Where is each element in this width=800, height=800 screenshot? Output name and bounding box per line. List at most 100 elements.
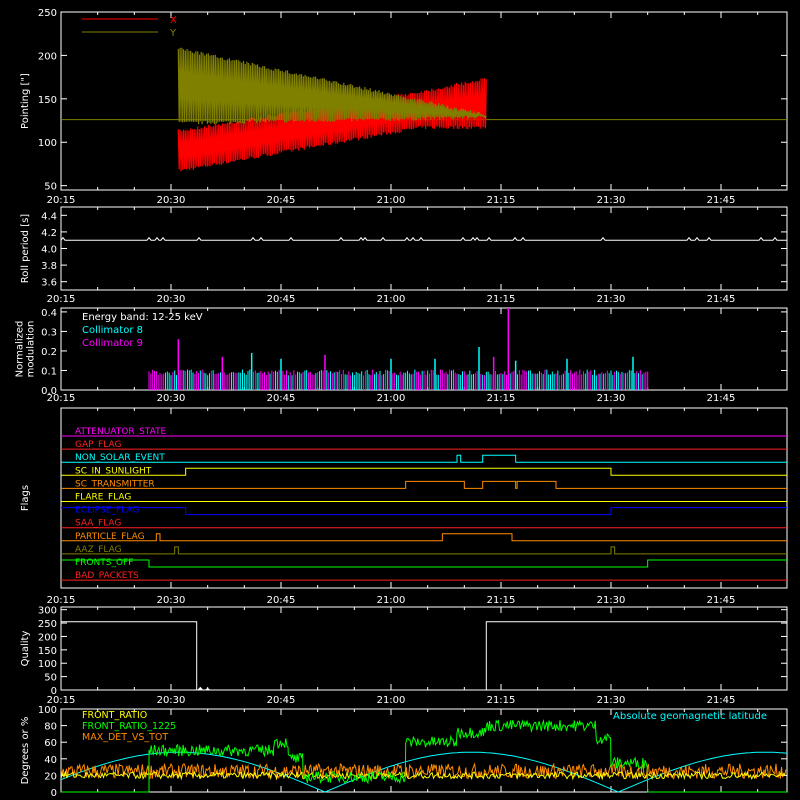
flags-xtick-label: 21:00: [377, 595, 406, 606]
pointing-ytick-label: 150: [38, 95, 57, 106]
flags-xtick-label: 20:30: [157, 595, 186, 606]
pointing-xtick-label: 21:15: [487, 195, 516, 206]
modulation-xtick-label: 20:45: [267, 393, 296, 404]
modulation-ylabel: modulation: [26, 321, 37, 378]
roll-xtick-label: 21:30: [597, 294, 626, 305]
quality-ytick-label: 250: [38, 619, 57, 630]
roll-ytick-label: 4.4: [41, 211, 57, 222]
flags-xtick-label: 21:45: [707, 595, 736, 606]
flags-xtick-label: 20:15: [47, 595, 76, 606]
ratios-legend-label: FRONT_RATIO_1225: [82, 721, 176, 732]
pointing-panel: 20:15 20:30 20:45 21:00 21:15 21:30 21:45 50 100…: [20, 8, 788, 206]
roll-frame: [60, 206, 788, 291]
quality-xtick-label: 21:00: [377, 695, 406, 706]
quality-blip: [204, 687, 211, 690]
quality-ytick-label: 100: [38, 659, 57, 670]
flag-line: [61, 480, 787, 489]
roll-ytick-label: 3.8: [41, 261, 57, 272]
quality-panel: 20:15 20:30 20:45 21:00 21:15 21:30 21:4505010…: [20, 606, 788, 706]
flags-frame: [60, 407, 788, 589]
modulation-ytick-label: 0.1: [41, 366, 57, 377]
flags-xtick-label: 20:45: [267, 595, 296, 606]
front-ratio-series: [60, 770, 786, 781]
flag-label: NON_SOLAR_EVENT: [75, 453, 165, 463]
ratios-panel: 0 20 40 60 80 100 Degrees or % FRONT_RATIOFRONT…: [20, 705, 788, 799]
modulation-ytick-label: 0.3: [41, 327, 57, 338]
pointing-xtick-label: 21:45: [707, 195, 736, 206]
ratios-ylabel: Degrees or %: [20, 717, 31, 785]
geomag-latitude-line: [60, 751, 788, 793]
roll-xtick-label: 21:00: [377, 294, 406, 305]
quality-ytick-label: 200: [38, 632, 57, 643]
roll-ytick-label: 4.0: [41, 245, 57, 256]
roll-xtick-label: 20:15: [47, 294, 76, 305]
flag-label: SC_TRANSMITTER: [75, 479, 155, 489]
roll-xtick-label: 20:45: [267, 294, 296, 305]
quality-xtick-label: 21:30: [597, 695, 626, 706]
pointing-legend-label: X: [170, 15, 177, 26]
pointing-xtick-label: 20:15: [47, 195, 76, 206]
flag-label: ECLIPSE_FLAG: [75, 506, 139, 516]
quality-ytick-label: 150: [38, 646, 57, 657]
flags-xtick-label: 21:15: [487, 595, 516, 606]
roll-xtick-label: 21:15: [487, 294, 516, 305]
roll-xtick-label: 21:45: [707, 294, 736, 305]
ratios-ytick-label: 80: [44, 722, 57, 733]
flag-line: [61, 454, 787, 463]
pointing-ylabel: Pointing ["]: [20, 73, 31, 129]
flag-line: [61, 467, 787, 476]
flag-line: [61, 546, 787, 555]
ratios-legend-label: MAX_DET_VS_TOT: [82, 732, 168, 743]
flags-ylabel: Flags: [20, 485, 31, 511]
flag-label: AAZ_FLAG: [75, 545, 122, 555]
modulation-ytick-label: 0.0: [41, 386, 57, 397]
pointing-legend-label: Y: [169, 28, 177, 39]
modulation-xtick-label: 21:00: [377, 393, 406, 404]
ratios-ytick-label: 60: [44, 738, 57, 749]
quality-xtick-label: 20:30: [157, 695, 186, 706]
roll-period-line: [60, 236, 787, 242]
ratios-legend-label: FRONT_RATIO: [82, 710, 147, 721]
flag-label: SC_IN_SUNLIGHT: [75, 466, 152, 476]
flag-label: GAP_FLAG: [75, 440, 121, 450]
roll-ytick-label: 3.6: [41, 278, 57, 289]
ratios-ytick-label: 100: [38, 705, 57, 716]
flag-line: [61, 533, 787, 542]
modulation-ylabel: Normalized: [15, 321, 26, 378]
pointing-y-series: [177, 47, 487, 125]
quality-xtick-label: 21:45: [707, 695, 736, 706]
quality-ylabel: Quality: [20, 631, 31, 667]
quality-ytick-label: 300: [38, 606, 57, 617]
roll-ylabel: Roll period [s]: [20, 214, 31, 283]
flag-label: BAD_PACKETS: [75, 571, 139, 581]
roll-xtick-label: 20:30: [157, 294, 186, 305]
flag-line: [61, 559, 787, 568]
max-det-series: [60, 762, 787, 781]
flag-label: SAA_FLAG: [75, 519, 121, 529]
modulation-ytick-label: 0.2: [41, 347, 57, 358]
quality-frame: [60, 606, 788, 691]
roll-ytick-label: 4.2: [41, 228, 57, 239]
modulation-legend-label: Collimator 9: [82, 338, 143, 349]
pointing-xtick-label: 21:30: [597, 195, 626, 206]
pointing-ytick-label: 50: [44, 182, 57, 193]
ratios-annotation: Absolute geomagnetic latitude: [613, 711, 767, 722]
quality-line: [61, 621, 787, 691]
modulation-xtick-label: 21:30: [597, 393, 626, 404]
flag-line: [61, 507, 787, 516]
flags-xtick-label: 21:30: [597, 595, 626, 606]
pointing-xtick-label: 20:45: [267, 195, 296, 206]
modulation-xtick-label: 20:30: [157, 393, 186, 404]
quality-xtick-label: 21:15: [487, 695, 516, 706]
ratios-ytick-label: 20: [44, 771, 57, 782]
roll-panel: 20:15 20:30 20:45 21:00 21:15 21:30 21:45 3.6 3.…: [20, 206, 788, 305]
flag-label: PARTICLE_FLAG: [75, 532, 145, 542]
modulation-xtick-label: 21:15: [487, 393, 516, 404]
quality-blip: [197, 686, 204, 690]
pointing-xtick-label: 20:30: [157, 195, 186, 206]
ratios-ytick-label: 40: [44, 755, 57, 766]
pointing-ytick-label: 200: [38, 51, 57, 62]
modulation-legend-label: Collimator 8: [82, 325, 143, 336]
modulation-panel: 20:15 20:30 20:45 21:00 21:15 21:30 21:450.00.…: [15, 307, 788, 404]
summary-plot-canvas: 20:15 20:30 20:45 21:00 21:15 21:30 21:45 50 100…: [15, 8, 788, 799]
